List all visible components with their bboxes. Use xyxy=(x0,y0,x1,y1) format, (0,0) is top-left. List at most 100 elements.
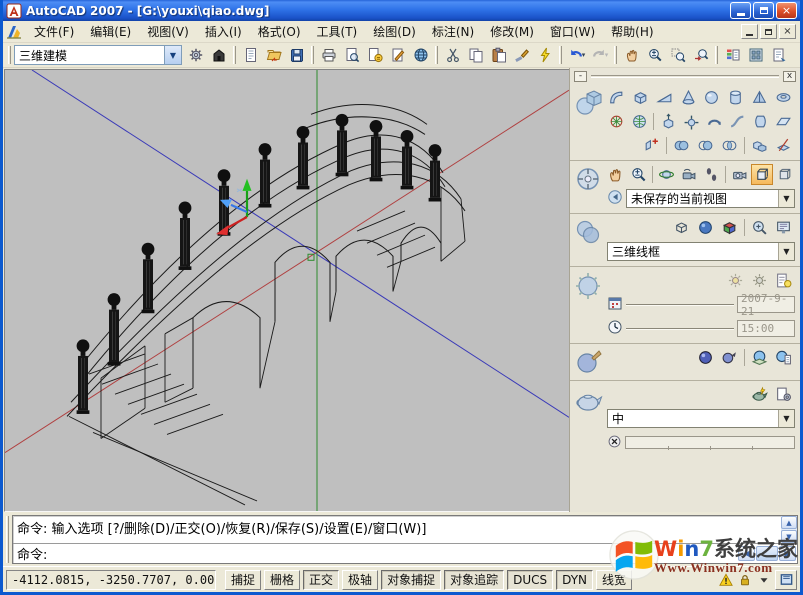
extrude-button[interactable] xyxy=(657,111,679,132)
perspective-projection-button[interactable] xyxy=(751,164,772,185)
dropdown-arrow-icon[interactable]: ▾ xyxy=(582,51,586,59)
wireframe-box-button[interactable] xyxy=(670,217,693,238)
redo-button[interactable]: ▾ xyxy=(588,45,611,66)
3d-navigate-select[interactable]: 未保存的当前视图▼ xyxy=(626,189,795,208)
tray-arrow-button[interactable] xyxy=(756,572,772,588)
status-toggle-对象追踪[interactable]: 对象追踪 xyxy=(444,570,504,590)
copy-button[interactable] xyxy=(464,45,487,66)
render-x-button[interactable] xyxy=(607,434,622,452)
restore-button[interactable] xyxy=(753,2,774,19)
dropdown-arrow-icon[interactable]: ▼ xyxy=(778,190,794,207)
publish-button[interactable] xyxy=(363,45,386,66)
toolbar-grip[interactable] xyxy=(233,46,236,64)
toolbar-grip[interactable] xyxy=(435,46,438,64)
convert-to-solid-button[interactable] xyxy=(640,135,663,156)
dashboard-close-button[interactable]: x xyxy=(783,71,796,82)
cone-button[interactable] xyxy=(677,87,700,108)
doc-restore-button[interactable] xyxy=(760,24,777,39)
material-sphere-button[interactable] xyxy=(694,347,717,368)
slice-button[interactable] xyxy=(772,135,795,156)
status-toggle-线宽[interactable]: 线宽 xyxy=(596,570,632,590)
spot-light-button[interactable] xyxy=(748,270,771,291)
clock-value[interactable]: 15:00 xyxy=(737,320,795,337)
menu-tools[interactable]: 工具(T) xyxy=(309,23,366,41)
menu-window[interactable]: 窗口(W) xyxy=(542,23,603,41)
map-info-button[interactable] xyxy=(772,347,795,368)
sweep-button[interactable] xyxy=(727,111,749,132)
clean-screen-button[interactable] xyxy=(775,570,797,590)
parallel-projection-button[interactable] xyxy=(774,164,795,185)
toolbar-grip[interactable] xyxy=(715,46,718,64)
interference-button[interactable] xyxy=(748,135,771,156)
subtract-button[interactable] xyxy=(694,135,717,156)
status-toggle-捕捉[interactable]: 捕捉 xyxy=(225,570,261,590)
box-button[interactable] xyxy=(629,87,652,108)
clock-slider[interactable] xyxy=(626,328,734,330)
status-toggle-对象捕捉[interactable]: 对象捕捉 xyxy=(381,570,441,590)
create-camera-button[interactable] xyxy=(729,164,750,185)
panel-3d-navigate-button[interactable] xyxy=(572,163,605,210)
render-settings-button[interactable] xyxy=(772,384,795,405)
toolbar-grip[interactable] xyxy=(614,46,617,64)
open-file-button[interactable] xyxy=(262,45,285,66)
loft-button[interactable] xyxy=(750,111,772,132)
calendar-value[interactable]: 2007-9-21 xyxy=(737,296,795,313)
point-light-button[interactable] xyxy=(724,270,747,291)
visual-style-cube-button[interactable] xyxy=(718,217,741,238)
pan-button[interactable] xyxy=(605,164,626,185)
mesh-sphere-button[interactable] xyxy=(628,111,650,132)
coordinate-readout[interactable]: -4112.0815, -3250.7707, 0.0000 xyxy=(6,570,216,590)
save-button[interactable] xyxy=(285,45,308,66)
menu-format[interactable]: 格式(O) xyxy=(250,23,309,41)
pyramid-button[interactable] xyxy=(748,87,771,108)
panel-render-button[interactable] xyxy=(572,383,605,454)
dashboard-grip[interactable] xyxy=(591,75,779,78)
menu-view[interactable]: 视图(V) xyxy=(139,23,197,41)
paste-button[interactable] xyxy=(487,45,510,66)
zoom-realtime-button[interactable] xyxy=(627,164,648,185)
status-toggle-极轴[interactable]: 极轴 xyxy=(342,570,378,590)
sheet-set-manager-button[interactable] xyxy=(767,45,790,66)
render-select[interactable]: 中▼ xyxy=(607,409,795,428)
polysolid-button[interactable] xyxy=(605,87,628,108)
undo-button[interactable]: ▾ xyxy=(565,45,588,66)
sphere-button[interactable] xyxy=(701,87,724,108)
union-button[interactable] xyxy=(670,135,693,156)
light-list-button[interactable] xyxy=(772,270,795,291)
panel-visual-style-button[interactable] xyxy=(572,216,605,263)
toolbar-grip[interactable] xyxy=(559,46,562,64)
panel-light-button[interactable] xyxy=(572,269,605,340)
zoom-previous-button[interactable] xyxy=(689,45,712,66)
zoom-realtime-button[interactable] xyxy=(643,45,666,66)
scroll-right-icon[interactable]: ▶ xyxy=(779,546,796,561)
my-workspace-button[interactable] xyxy=(207,45,230,66)
menu-help[interactable]: 帮助(H) xyxy=(603,23,661,41)
calendar-slider[interactable] xyxy=(626,304,734,306)
zoom-window-button[interactable] xyxy=(666,45,689,66)
dropdown-arrow-icon[interactable]: ▼ xyxy=(778,243,794,260)
scroll-left-icon[interactable]: ◀ xyxy=(738,546,755,561)
menu-draw[interactable]: 绘图(D) xyxy=(365,23,424,41)
plot-preview-button[interactable] xyxy=(340,45,363,66)
workspace-select[interactable]: 三维建模 ▼ xyxy=(14,45,182,65)
warning-button[interactable] xyxy=(718,572,734,588)
revolve-button[interactable] xyxy=(704,111,726,132)
vs-monitor-button[interactable] xyxy=(772,217,795,238)
wedge-button[interactable] xyxy=(653,87,676,108)
calendar-button[interactable] xyxy=(607,295,623,314)
hscroll-thumb[interactable] xyxy=(756,546,778,561)
status-toggle-栅格[interactable]: 栅格 xyxy=(264,570,300,590)
map-planar-button[interactable] xyxy=(748,347,771,368)
status-toggle-DUCS[interactable]: DUCS xyxy=(507,570,553,590)
panel-materials-button[interactable] xyxy=(572,346,605,377)
intersect-button[interactable] xyxy=(718,135,741,156)
properties-palette-button[interactable] xyxy=(721,45,744,66)
dropdown-arrow-icon[interactable]: ▼ xyxy=(164,46,181,64)
command-history-text[interactable]: 命令: 输入选项 [?/删除(D)/正交(O)/恢复(R)/保存(S)/设置(E… xyxy=(13,516,781,543)
previous-view-button[interactable] xyxy=(607,189,623,208)
toolbar-grip[interactable] xyxy=(311,46,314,64)
status-toggle-DYN[interactable]: DYN xyxy=(556,570,593,590)
walk-button[interactable] xyxy=(701,164,722,185)
dropdown-arrow-icon[interactable]: ▾ xyxy=(605,51,609,59)
plot-button[interactable] xyxy=(317,45,340,66)
